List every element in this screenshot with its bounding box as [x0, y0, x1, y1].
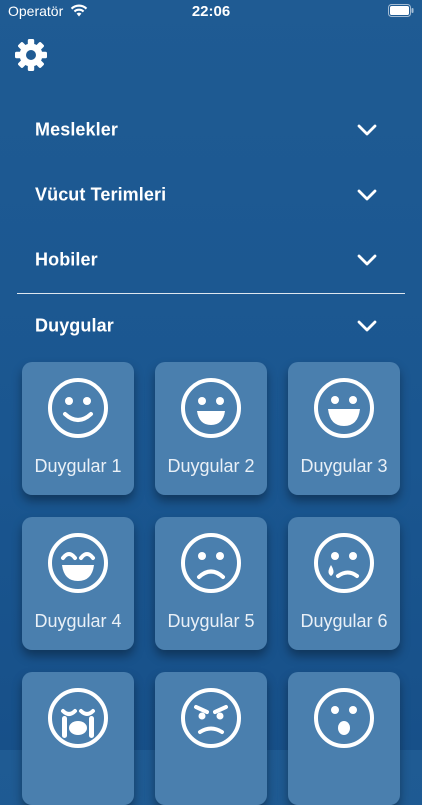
gear-icon[interactable]: [14, 38, 48, 72]
emotion-card[interactable]: Duygular 3: [288, 362, 400, 495]
status-time: 22:06: [191, 3, 231, 20]
chevron-down-icon: [357, 189, 377, 201]
chevron-down-icon: [357, 254, 377, 266]
section-label: Meslekler: [35, 119, 118, 140]
emotion-card[interactable]: Duygular 5: [155, 517, 267, 650]
emotion-label: Duygular 1: [34, 456, 122, 476]
section-vucut-terimleri[interactable]: Vücut Terimleri: [0, 163, 422, 227]
grin-face-icon: [314, 378, 374, 438]
emotion-label: Duygular 5: [167, 611, 255, 631]
section-label: Vücut Terimleri: [35, 184, 167, 205]
emotion-card[interactable]: [155, 672, 267, 805]
chevron-down-icon: [357, 320, 377, 332]
laughing-face-icon: [48, 533, 108, 593]
smile-face-icon: [48, 378, 108, 438]
section-label: Hobiler: [35, 249, 98, 270]
sobbing-face-icon: [48, 688, 108, 748]
emotion-card[interactable]: Duygular 4: [22, 517, 134, 650]
crying-face-icon: [314, 533, 374, 593]
status-bar: Operatör 22:06: [0, 0, 422, 24]
emotion-card[interactable]: Duygular 6: [288, 517, 400, 650]
section-duygular[interactable]: Duygular: [0, 294, 422, 358]
emotion-label: Duygular 4: [34, 611, 122, 631]
emotion-card[interactable]: [288, 672, 400, 805]
sad-face-icon: [181, 533, 241, 593]
emotion-label: Duygular 6: [300, 611, 388, 631]
emotion-label: Duygular 2: [167, 456, 255, 476]
section-label: Duygular: [35, 315, 114, 336]
emotion-card[interactable]: [22, 672, 134, 805]
surprised-face-icon: [314, 688, 374, 748]
section-meslekler[interactable]: Meslekler: [0, 98, 422, 162]
section-hobiler[interactable]: Hobiler: [0, 228, 422, 292]
happy-face-icon: [181, 378, 241, 438]
emotion-label: Duygular 3: [300, 456, 388, 476]
battery-icon: [388, 4, 414, 17]
chevron-down-icon: [357, 124, 377, 136]
angry-face-icon: [181, 688, 241, 748]
emotion-card[interactable]: Duygular 2: [155, 362, 267, 495]
emotion-card[interactable]: Duygular 1: [22, 362, 134, 495]
